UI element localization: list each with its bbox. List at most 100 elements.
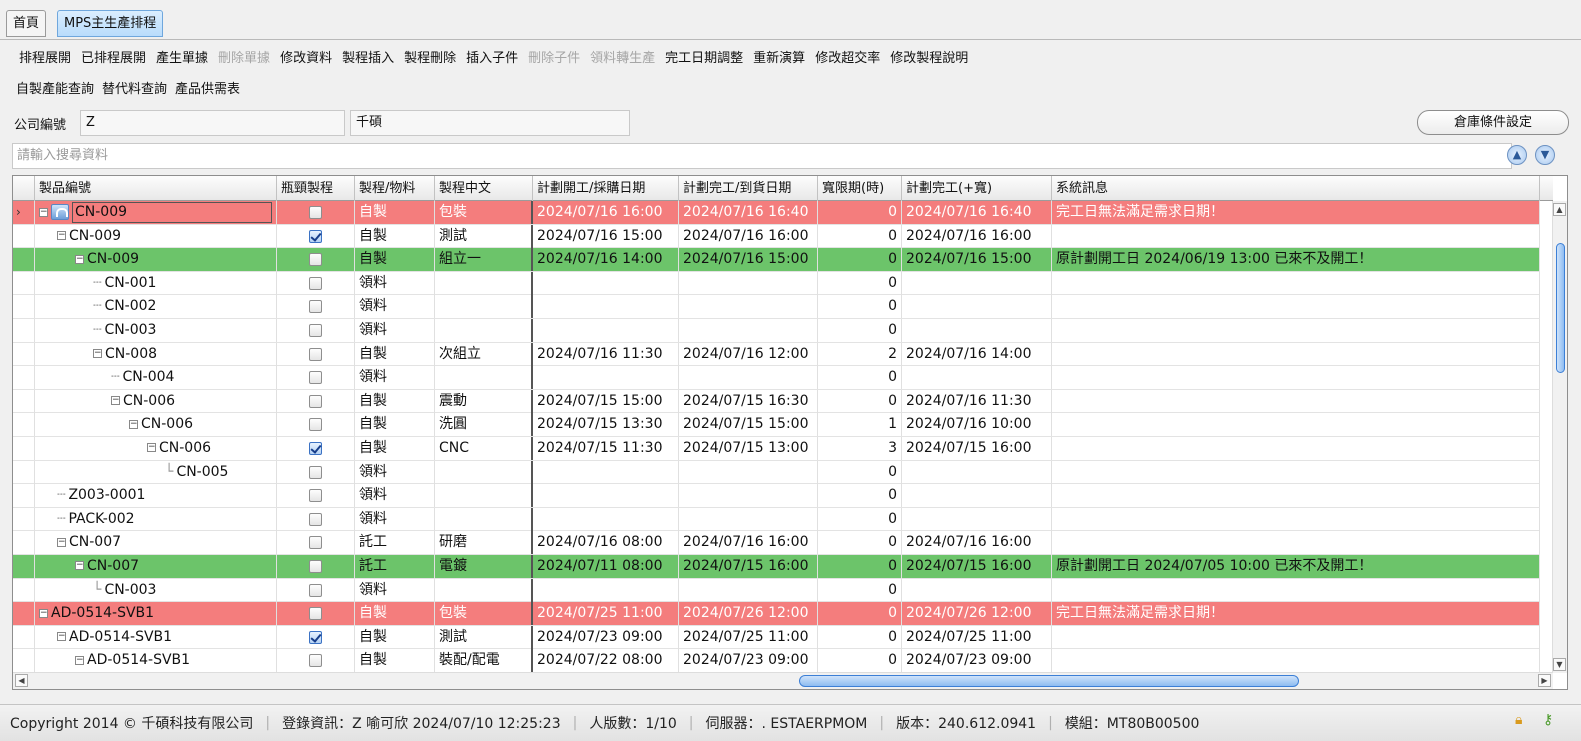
- bottleneck-checkbox[interactable]: [309, 323, 322, 337]
- product-code-cell[interactable]: − CN-006: [35, 413, 277, 437]
- type-cell[interactable]: 自製: [355, 248, 435, 272]
- finish-grace-cell[interactable]: 2024/07/16 16:40: [902, 201, 1052, 224]
- table-row[interactable]: − CN-008 自製 次組立 2024/07/16 11:30 2024/07/16 1…: [13, 342, 1540, 367]
- grace-cell[interactable]: 0: [818, 318, 902, 342]
- row-selector[interactable]: [13, 578, 35, 602]
- product-code-cell[interactable]: ┄ CN-001: [35, 271, 277, 295]
- type-cell[interactable]: 領料: [355, 366, 435, 390]
- finish-grace-cell[interactable]: 2024/07/16 16:00: [902, 224, 1052, 248]
- grace-cell[interactable]: 3: [818, 436, 902, 460]
- product-code-cell[interactable]: └ CN-003: [35, 578, 277, 602]
- type-cell[interactable]: 領料: [355, 484, 435, 508]
- start-cell[interactable]: 2024/07/15 13:30: [533, 413, 679, 437]
- collapse-toggle-icon[interactable]: −: [147, 443, 156, 453]
- grace-cell[interactable]: 0: [818, 224, 902, 248]
- bottleneck-checkbox[interactable]: [309, 206, 322, 219]
- process-cell[interactable]: 震動: [435, 389, 533, 413]
- toolbar-button-12[interactable]: 修改超交率: [810, 48, 885, 70]
- finish-cell[interactable]: [679, 460, 818, 484]
- bottleneck-checkbox[interactable]: [309, 583, 322, 597]
- type-cell[interactable]: 託工: [355, 531, 435, 555]
- start-cell[interactable]: 2024/07/16 08:00: [533, 531, 679, 555]
- scroll-down-icon[interactable]: ▼: [1553, 658, 1566, 671]
- product-code-cell[interactable]: − CN-007: [35, 531, 277, 555]
- product-code-cell[interactable]: ┄ Z003-0001: [35, 484, 277, 508]
- toolbar-button-4[interactable]: 修改資料: [275, 48, 337, 70]
- product-code-cell[interactable]: − AD-0514-SVB1: [35, 649, 277, 673]
- start-cell[interactable]: [533, 484, 679, 508]
- grace-cell[interactable]: 2: [818, 342, 902, 366]
- grace-cell[interactable]: 0: [818, 248, 902, 272]
- process-cell[interactable]: 測試: [435, 224, 533, 248]
- grace-cell[interactable]: 0: [818, 531, 902, 555]
- key-icon[interactable]: ⚷: [1543, 712, 1553, 728]
- message-cell[interactable]: [1052, 625, 1540, 649]
- table-row[interactable]: − CN-009 自製 組立一 2024/07/16 14:00 2024/07/16 1…: [13, 248, 1540, 272]
- message-cell[interactable]: [1052, 366, 1540, 390]
- type-cell[interactable]: 自製: [355, 436, 435, 460]
- warehouse-settings-button[interactable]: 倉庫條件設定: [1417, 110, 1569, 135]
- grace-cell[interactable]: 0: [818, 460, 902, 484]
- process-cell[interactable]: 測試: [435, 625, 533, 649]
- start-cell[interactable]: [533, 366, 679, 390]
- message-cell[interactable]: [1052, 578, 1540, 602]
- type-cell[interactable]: 自製: [355, 625, 435, 649]
- process-cell[interactable]: 次組立: [435, 342, 533, 366]
- table-row[interactable]: − CN-006 自製 CNC 2024/07/15 11:30 2024/07/15 1…: [13, 436, 1540, 461]
- scroll-up-icon[interactable]: ▲: [1553, 203, 1566, 216]
- type-cell[interactable]: 自製: [355, 649, 435, 673]
- table-row[interactable]: − CN-007 託工 電鍍 2024/07/11 08:00 2024/07/15 16…: [13, 554, 1540, 579]
- column-header-7[interactable]: 計劃完工(+寬): [902, 176, 1052, 201]
- type-cell[interactable]: 自製: [355, 389, 435, 413]
- type-cell[interactable]: 領料: [355, 578, 435, 602]
- product-code-cell[interactable]: └ CN-005: [35, 460, 277, 484]
- collapse-toggle-icon[interactable]: −: [57, 537, 66, 547]
- finish-cell[interactable]: 2024/07/15 13:00: [679, 436, 818, 460]
- toolbar-button-13[interactable]: 修改製程說明: [885, 48, 973, 70]
- table-row[interactable]: − CN-006 自製 震動 2024/07/15 15:00 2024/07/15 16…: [13, 389, 1540, 414]
- finish-cell[interactable]: [679, 366, 818, 390]
- table-row[interactable]: ┄ CN-004 領料 0: [13, 366, 1540, 390]
- table-row[interactable]: ┄ CN-003 領料 0: [13, 318, 1540, 343]
- start-cell[interactable]: 2024/07/15 11:30: [533, 436, 679, 460]
- table-row[interactable]: ┄ CN-002 領料 0: [13, 295, 1540, 319]
- grace-cell[interactable]: 0: [818, 507, 902, 531]
- product-code-cell[interactable]: − CN-008: [35, 342, 277, 366]
- product-code-cell[interactable]: ┄ CN-002: [35, 295, 277, 319]
- lock-icon[interactable]: 🔒︎: [1515, 712, 1522, 728]
- grace-cell[interactable]: 0: [818, 554, 902, 578]
- row-selector[interactable]: [13, 342, 35, 366]
- message-cell[interactable]: 原計劃開工日 2024/07/05 10:00 已來不及開工！: [1052, 554, 1540, 578]
- row-selector[interactable]: [13, 531, 35, 555]
- finish-cell[interactable]: 2024/07/16 16:00: [679, 531, 818, 555]
- row-selector[interactable]: [13, 602, 35, 626]
- table-row[interactable]: − CN-006 自製 洗圓 2024/07/15 13:30 2024/07/15 15…: [13, 413, 1540, 437]
- type-cell[interactable]: 自製: [355, 413, 435, 437]
- column-header-4[interactable]: 計劃開工/採購日期: [533, 176, 679, 201]
- finish-grace-cell[interactable]: [902, 578, 1052, 602]
- start-cell[interactable]: 2024/07/11 08:00: [533, 554, 679, 578]
- query-button-0[interactable]: 自製產能查詢: [12, 79, 98, 101]
- finish-grace-cell[interactable]: 2024/07/16 11:30: [902, 389, 1052, 413]
- row-selector[interactable]: [13, 413, 35, 437]
- bottleneck-checkbox[interactable]: [309, 512, 322, 526]
- message-cell[interactable]: [1052, 342, 1540, 366]
- finish-cell[interactable]: [679, 507, 818, 531]
- bottleneck-checkbox[interactable]: [309, 253, 322, 267]
- column-header-8[interactable]: 系統訊息: [1052, 176, 1540, 201]
- product-code-cell[interactable]: − AD-0514-SVB1: [35, 625, 277, 649]
- bottleneck-checkbox[interactable]: [309, 630, 322, 644]
- product-code-cell[interactable]: − CN-009: [35, 201, 277, 224]
- finish-grace-cell[interactable]: [902, 295, 1052, 319]
- finish-grace-cell[interactable]: 2024/07/15 16:00: [902, 554, 1052, 578]
- type-cell[interactable]: 自製: [355, 602, 435, 626]
- arrow-up-icon[interactable]: ▲: [1507, 145, 1527, 165]
- row-selector[interactable]: [13, 649, 35, 673]
- start-cell[interactable]: [533, 271, 679, 295]
- grace-cell[interactable]: 0: [818, 625, 902, 649]
- message-cell[interactable]: [1052, 531, 1540, 555]
- tab-home[interactable]: 首頁: [6, 10, 47, 37]
- table-row[interactable]: └ CN-005 領料 0: [13, 460, 1540, 485]
- table-row[interactable]: − AD-0514-SVB1 自製 測試 2024/07/23 09:00 2024/07…: [13, 625, 1540, 650]
- type-cell[interactable]: 領料: [355, 295, 435, 319]
